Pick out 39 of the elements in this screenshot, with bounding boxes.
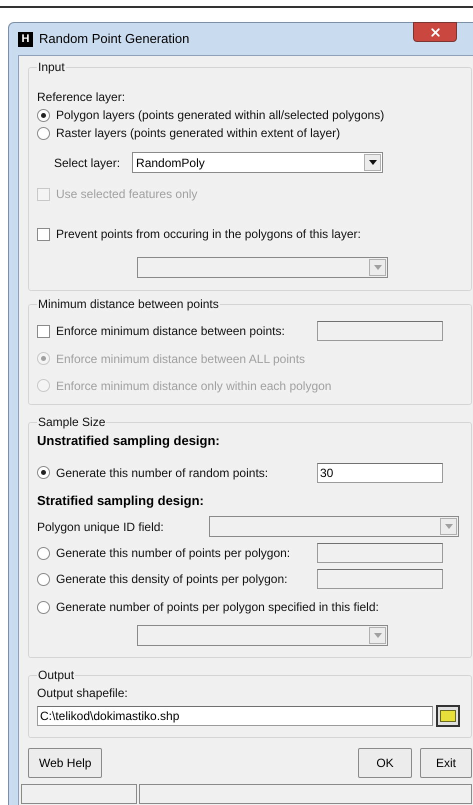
exit-button[interactable]: Exit bbox=[420, 748, 472, 778]
group-title: Input bbox=[37, 59, 66, 76]
option-label: Generate number of points per polygon specified in this field: bbox=[56, 599, 379, 616]
option-label: Enforce minimum distance only within each polygon bbox=[56, 378, 332, 394]
section-heading: Stratified sampling design: bbox=[37, 492, 204, 508]
dropdown[interactable]: RandomPoly bbox=[132, 152, 384, 173]
close-icon bbox=[428, 26, 442, 38]
group-title: Minimum distance between points bbox=[37, 296, 220, 313]
option-label: Enforce minimum distance between points: bbox=[56, 323, 285, 340]
close-button[interactable] bbox=[413, 22, 457, 42]
option-label: Polygon unique ID field: bbox=[37, 520, 164, 534]
app-icon: H bbox=[18, 32, 33, 46]
option-label: Use selected features only bbox=[56, 186, 198, 203]
radio-button[interactable] bbox=[37, 108, 50, 122]
option-label: Prevent points from occuring in the polygons of this layer: bbox=[56, 226, 361, 243]
text-field[interactable]: C:\telikod\dokimastiko.shp bbox=[37, 706, 433, 726]
option-label: Generate this density of points per polygon: bbox=[56, 571, 288, 588]
option-label: Raster layers (points generated within extent of layer) bbox=[56, 125, 340, 142]
option-label: Select layer: bbox=[54, 154, 120, 172]
option-label: Generate this number of random points: bbox=[56, 464, 268, 482]
option-label: Polygon layers (points generated within all/selected polygons) bbox=[56, 107, 384, 124]
text-field[interactable]: 30 bbox=[317, 462, 443, 482]
web-help-button[interactable]: Web Help bbox=[28, 748, 102, 778]
radio-button[interactable] bbox=[37, 466, 50, 479]
group-title: Sample Size bbox=[37, 414, 106, 431]
checkbox[interactable] bbox=[37, 228, 50, 240]
group-title: Output bbox=[37, 667, 76, 684]
section-heading: Unstratified sampling design: bbox=[37, 433, 220, 448]
option-label: Generate this number of points per polygon: bbox=[56, 545, 290, 562]
window-title: Random Point Generation bbox=[39, 30, 190, 48]
option-label: Reference layer: bbox=[37, 90, 126, 104]
ok-button[interactable]: OK bbox=[358, 748, 412, 778]
option-label: Enforce minimum distance between ALL points bbox=[56, 350, 306, 368]
browse-button[interactable] bbox=[436, 705, 460, 727]
folder-icon bbox=[440, 710, 456, 722]
checkbox[interactable] bbox=[37, 324, 50, 338]
radio-button[interactable] bbox=[37, 126, 50, 140]
dropdown-value: RandomPoly bbox=[135, 154, 206, 172]
option-label: Output shapefile: bbox=[37, 686, 128, 700]
